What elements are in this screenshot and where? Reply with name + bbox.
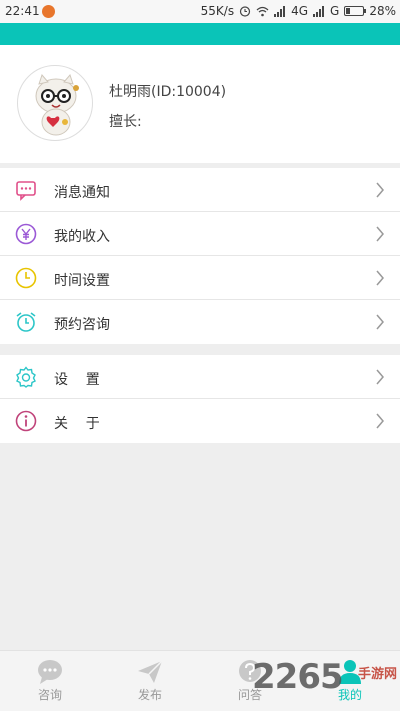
cat-mascot-icon [35,74,79,136]
watermark-number: 2265 [252,657,344,697]
tab-label: 发布 [137,688,162,702]
wifi-icon [256,6,269,16]
message-icon [16,181,36,201]
tab-label: 咨询 [37,688,62,702]
tab-publish[interactable]: 发布 [100,651,200,711]
send-icon [138,660,163,683]
network-speed: 55K/s [200,4,235,18]
skill-label: 擅长: [109,114,142,130]
header-bar [0,23,400,45]
battery-text: 28% [369,4,396,18]
menu-item-about[interactable]: 关 于 [0,399,400,443]
menu-label: 消息通知 [54,185,110,201]
yen-icon [15,223,37,245]
chevron-right-icon [376,369,384,385]
watermark-text: 手游网 [358,667,398,682]
signal-icon [274,5,286,17]
menu-item-messages[interactable]: 消息通知 [0,168,400,212]
network-type-g: G [330,4,340,18]
alarm-icon [16,312,36,332]
chat-icon [38,660,62,684]
menu-label: 我的收入 [54,229,110,245]
notification-icon [42,5,55,18]
gear-icon [16,366,36,388]
status-right: 55K/s 4G G 28% [201,4,396,18]
chevron-right-icon [376,270,384,286]
menu-group-system: 设 置 关 于 [0,355,400,443]
menu-label: 关 于 [54,416,100,432]
alarm-status-icon [239,6,251,17]
menu-item-settings[interactable]: 设 置 [0,355,400,399]
profile-card[interactable]: 杜明雨(ID:10004) 擅长: [0,45,400,163]
clock-icon [15,267,37,289]
user-name: 杜明雨(ID:10004) [109,84,227,100]
network-type-4g: 4G [291,4,309,18]
tab-consult[interactable]: 咨询 [0,651,100,711]
chevron-right-icon [376,314,384,330]
signal-icon-2 [313,5,325,17]
watermark: 2265 手游网 [250,657,400,707]
chevron-right-icon [376,182,384,198]
status-time: 22:41 [5,4,40,18]
chevron-right-icon [376,226,384,242]
menu-item-time-settings[interactable]: 时间设置 [0,256,400,300]
menu-label: 时间设置 [54,273,110,289]
menu-item-income[interactable]: 我的收入 [0,212,400,256]
info-icon [15,410,37,432]
battery-icon [344,6,367,16]
menu-item-appointment[interactable]: 预约咨询 [0,300,400,344]
battery-fill [346,8,351,14]
avatar[interactable] [17,65,93,141]
status-bar: 22:41 55K/s 4G G 28% [0,0,400,23]
menu-group-main: 消息通知 我的收入 时间设置 预约咨询 [0,168,400,344]
menu-label: 预约咨询 [54,317,110,333]
menu-label: 设 置 [54,372,100,388]
chevron-right-icon [376,413,384,429]
